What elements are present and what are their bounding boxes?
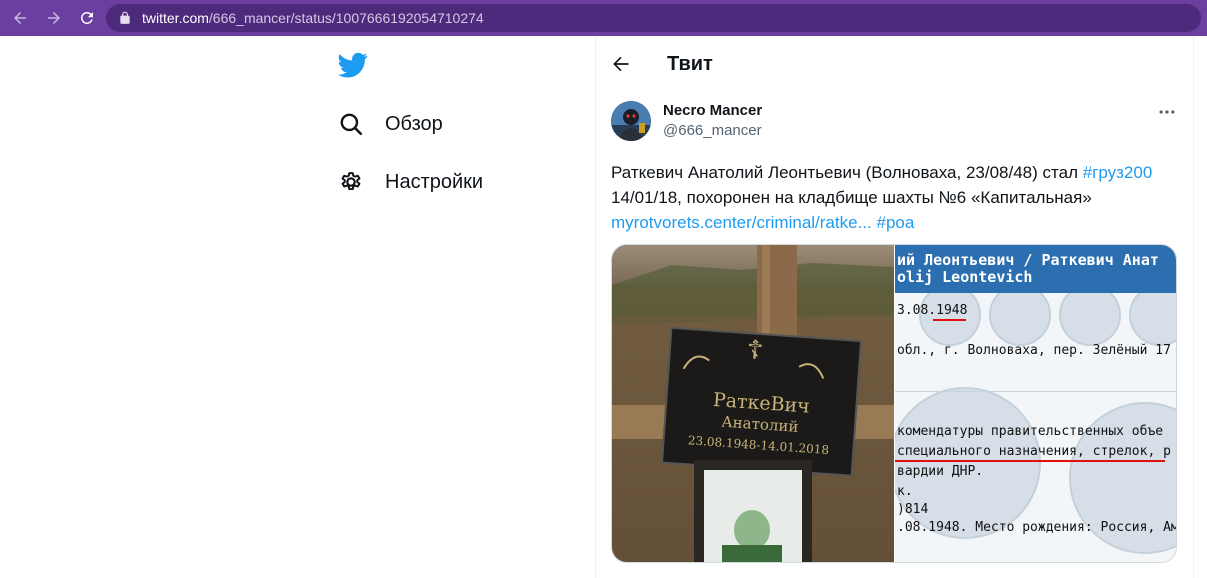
hashtag-link[interactable]: #роа — [876, 213, 914, 232]
record-header: ий Леонтьевич / Раткевич Анат olij Leont… — [895, 245, 1176, 293]
page-title: Твит — [667, 53, 713, 75]
back-arrow-icon[interactable] — [611, 54, 631, 74]
reload-icon — [80, 11, 93, 24]
address-bar[interactable]: twitter.com/666_mancer/status/1007666192… — [106, 4, 1201, 32]
record-line: специального назначения, стрелок, р — [897, 444, 1171, 459]
browser-reload-button[interactable] — [75, 6, 99, 30]
record-line: .08.1948. Место рождения: Россия, Ам — [897, 520, 1177, 535]
gear-icon — [341, 172, 361, 191]
author-handle[interactable]: @666_mancer — [663, 122, 762, 139]
browser-toolbar: twitter.com/666_mancer/status/1007666192… — [0, 0, 1207, 36]
twitter-bird-icon[interactable] — [337, 50, 369, 80]
record-header-line: ий Леонтьевич / Раткевич Анат — [897, 251, 1159, 269]
arrow-right-icon — [48, 12, 60, 24]
tweet-line: myrotvorets.center/criminal/ratke... #ро… — [611, 210, 1181, 235]
search-icon — [340, 113, 363, 136]
url-text: twitter.com/666_mancer/status/1007666192… — [142, 10, 484, 26]
url-host: twitter.com — [142, 10, 209, 26]
tweet-line: 14/01/18, похоронен на кладбище шахты №6… — [611, 188, 1092, 207]
nav-item-explore[interactable]: Обзор — [338, 107, 443, 141]
tweet-text: Раткевич Анатолий Леонтьевич (Волноваха,… — [611, 160, 1181, 235]
author-name[interactable]: Necro Mancer — [663, 102, 762, 119]
column-divider — [595, 36, 596, 578]
nav-item-settings[interactable]: Настройки — [338, 165, 483, 199]
url-link[interactable]: myrotvorets.center/criminal/ratke... — [611, 213, 872, 232]
record-line: вардии ДНР. — [897, 464, 984, 479]
more-options-icon[interactable] — [1157, 102, 1177, 122]
underline-mark — [933, 319, 966, 321]
lock-icon — [120, 11, 130, 24]
record-header-line: olij Leontevich — [897, 268, 1033, 286]
url-path: /666_mancer/status/1007666192054710274 — [208, 10, 484, 26]
record-line: )814 — [897, 502, 929, 517]
tweet-line: Раткевич Анатолий Леонтьевич (Волноваха,… — [611, 160, 1181, 185]
record-screenshot[interactable]: ий Леонтьевич / Раткевич Анат olij Leont… — [895, 245, 1177, 562]
grave-photo[interactable]: ☦ РаткеВич Анатолий 23.08.1948-14.01.201… — [612, 245, 894, 563]
record-separator — [895, 391, 1176, 392]
arrow-left-icon — [14, 12, 26, 24]
underline-mark — [895, 460, 1165, 462]
record-line: к. — [897, 484, 913, 499]
record-line: 3.08.1948 — [897, 303, 968, 318]
record-line: обл., г. Волноваха, пер. Зелёный 17 — [897, 343, 1171, 358]
browser-forward-button[interactable] — [42, 6, 66, 30]
svg-text:☦: ☦ — [746, 335, 765, 366]
tweet-text-span: Раткевич Анатолий Леонтьевич (Волноваха,… — [611, 163, 1083, 182]
avatar[interactable] — [611, 101, 651, 141]
record-line: комендатуры правительственных объе — [897, 424, 1164, 439]
nav-item-label: Настройки — [385, 170, 484, 193]
avatar-image — [611, 101, 651, 141]
browser-back-button[interactable] — [8, 6, 32, 30]
nav-item-label: Обзор — [385, 112, 443, 135]
column-divider — [1193, 36, 1194, 578]
tweet-media[interactable]: ☦ РаткеВич Анатолий 23.08.1948-14.01.201… — [611, 244, 1177, 563]
hashtag-link[interactable]: #груз200 — [1083, 163, 1153, 182]
